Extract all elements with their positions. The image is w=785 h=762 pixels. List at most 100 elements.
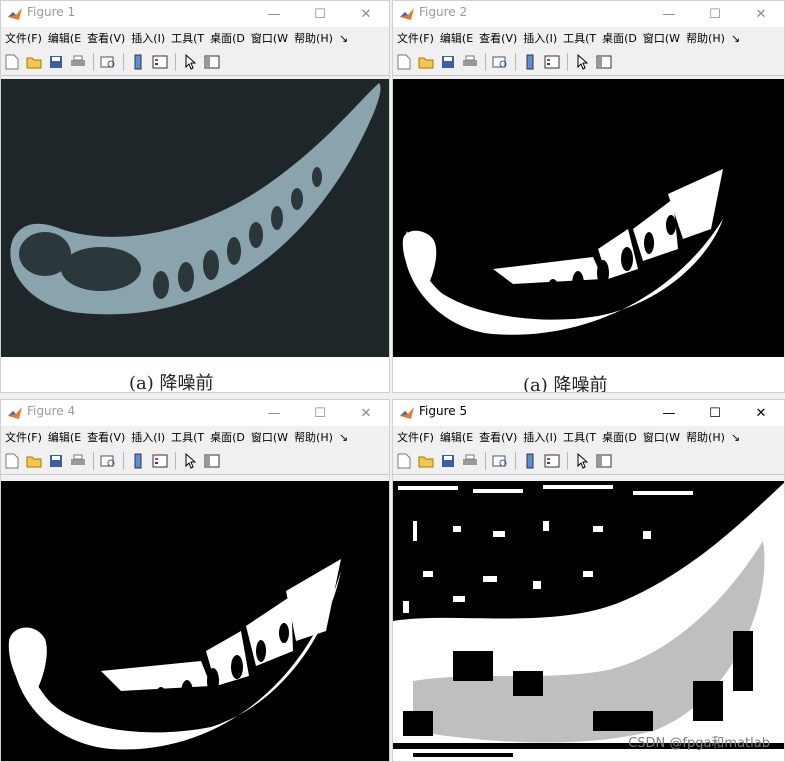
maximize-button[interactable]: ☐ (297, 400, 343, 426)
legend-icon[interactable] (151, 452, 169, 470)
open-folder-icon[interactable] (417, 53, 435, 71)
colorbar-icon[interactable] (129, 452, 147, 470)
menu-file[interactable]: 文件(F) (5, 429, 42, 445)
new-file-icon[interactable] (3, 452, 21, 470)
menu-more[interactable]: ↘ (339, 431, 348, 444)
legend-icon[interactable] (543, 452, 561, 470)
colorbar-icon[interactable] (521, 452, 539, 470)
figure-4-window: Figure 4 — ☐ ✕ 文件(F) 编辑(E 查看(V) 插入(I) 工具… (0, 399, 390, 762)
new-file-icon[interactable] (395, 452, 413, 470)
property-editor-icon[interactable] (203, 53, 221, 71)
menu-file[interactable]: 文件(F) (5, 30, 42, 46)
print-preview-icon[interactable] (99, 53, 117, 71)
property-editor-icon[interactable] (595, 53, 613, 71)
new-file-icon[interactable] (3, 53, 21, 71)
matlab-logo-icon (8, 8, 22, 20)
menu-more[interactable]: ↘ (339, 32, 348, 45)
menu-view[interactable]: 查看(V) (87, 30, 125, 46)
close-button[interactable]: ✕ (738, 1, 784, 27)
close-button[interactable]: ✕ (738, 400, 784, 426)
menu-file[interactable]: 文件(F) (397, 429, 434, 445)
print-preview-icon[interactable] (99, 452, 117, 470)
close-button[interactable]: ✕ (343, 400, 389, 426)
pointer-icon[interactable] (181, 452, 199, 470)
toolbar (393, 448, 784, 475)
menu-tools[interactable]: 工具(T (563, 30, 596, 46)
menu-window[interactable]: 窗口(W (251, 30, 288, 46)
close-button[interactable]: ✕ (343, 1, 389, 27)
menu-tools[interactable]: 工具(T (563, 429, 596, 445)
menu-desktop[interactable]: 桌面(D (602, 429, 637, 445)
menu-help[interactable]: 帮助(H) (294, 30, 333, 46)
new-file-icon[interactable] (395, 53, 413, 71)
menu-help[interactable]: 帮助(H) (686, 429, 725, 445)
print-preview-icon[interactable] (491, 452, 509, 470)
print-icon[interactable] (461, 53, 479, 71)
menu-more[interactable]: ↘ (731, 32, 740, 45)
minimize-button[interactable]: — (646, 400, 692, 426)
menu-desktop[interactable]: 桌面(D (210, 30, 245, 46)
menu-file[interactable]: 文件(F) (397, 30, 434, 46)
blade-grayscale-image (1, 79, 389, 357)
noisy-segmentation-image (393, 481, 784, 761)
menu-view[interactable]: 查看(V) (479, 429, 517, 445)
title-bar[interactable]: Figure 5 — ☐ ✕ (393, 400, 784, 426)
menu-insert[interactable]: 插入(I) (523, 30, 557, 46)
property-editor-icon[interactable] (595, 452, 613, 470)
watermark-text: CSDN @fpga和matlab (628, 736, 770, 751)
menu-insert[interactable]: 插入(I) (131, 30, 165, 46)
save-icon[interactable] (47, 452, 65, 470)
toolbar-separator (485, 53, 486, 71)
menu-window[interactable]: 窗口(W (643, 30, 680, 46)
pointer-icon[interactable] (573, 452, 591, 470)
save-icon[interactable] (439, 53, 457, 71)
menu-more[interactable]: ↘ (731, 431, 740, 444)
title-bar[interactable]: Figure 1 — ☐ ✕ (1, 1, 389, 27)
legend-icon[interactable] (543, 53, 561, 71)
maximize-button[interactable]: ☐ (297, 1, 343, 27)
menu-window[interactable]: 窗口(W (643, 429, 680, 445)
menu-bar: 文件(F) 编辑(E 查看(V) 插入(I) 工具(T 桌面(D 窗口(W 帮助… (1, 27, 389, 49)
colorbar-icon[interactable] (129, 53, 147, 71)
pointer-icon[interactable] (181, 53, 199, 71)
print-icon[interactable] (69, 452, 87, 470)
title-bar[interactable]: Figure 4 — ☐ ✕ (1, 400, 389, 426)
open-folder-icon[interactable] (25, 53, 43, 71)
menu-edit[interactable]: 编辑(E (48, 429, 81, 445)
print-preview-icon[interactable] (491, 53, 509, 71)
blade-binary-image (1, 481, 389, 761)
save-icon[interactable] (439, 452, 457, 470)
window-title: Figure 4 (27, 404, 76, 418)
menu-window[interactable]: 窗口(W (251, 429, 288, 445)
menu-tools[interactable]: 工具(T (171, 30, 204, 46)
menu-view[interactable]: 查看(V) (479, 30, 517, 46)
colorbar-icon[interactable] (521, 53, 539, 71)
maximize-button[interactable]: ☐ (692, 1, 738, 27)
print-icon[interactable] (69, 53, 87, 71)
open-folder-icon[interactable] (25, 452, 43, 470)
menu-tools[interactable]: 工具(T (171, 429, 204, 445)
print-icon[interactable] (461, 452, 479, 470)
menu-edit[interactable]: 编辑(E (48, 30, 81, 46)
menu-desktop[interactable]: 桌面(D (602, 30, 637, 46)
legend-icon[interactable] (151, 53, 169, 71)
minimize-button[interactable]: — (251, 400, 297, 426)
toolbar-separator (567, 452, 568, 470)
menu-insert[interactable]: 插入(I) (523, 429, 557, 445)
minimize-button[interactable]: — (251, 1, 297, 27)
maximize-button[interactable]: ☐ (692, 400, 738, 426)
pointer-icon[interactable] (573, 53, 591, 71)
menu-view[interactable]: 查看(V) (87, 429, 125, 445)
menu-desktop[interactable]: 桌面(D (210, 429, 245, 445)
title-bar[interactable]: Figure 2 — ☐ ✕ (393, 1, 784, 27)
minimize-button[interactable]: — (646, 1, 692, 27)
property-editor-icon[interactable] (203, 452, 221, 470)
open-folder-icon[interactable] (417, 452, 435, 470)
menu-help[interactable]: 帮助(H) (294, 429, 333, 445)
menu-insert[interactable]: 插入(I) (131, 429, 165, 445)
figure-canvas (1, 481, 389, 761)
save-icon[interactable] (47, 53, 65, 71)
menu-help[interactable]: 帮助(H) (686, 30, 725, 46)
menu-edit[interactable]: 编辑(E (440, 30, 473, 46)
menu-edit[interactable]: 编辑(E (440, 429, 473, 445)
